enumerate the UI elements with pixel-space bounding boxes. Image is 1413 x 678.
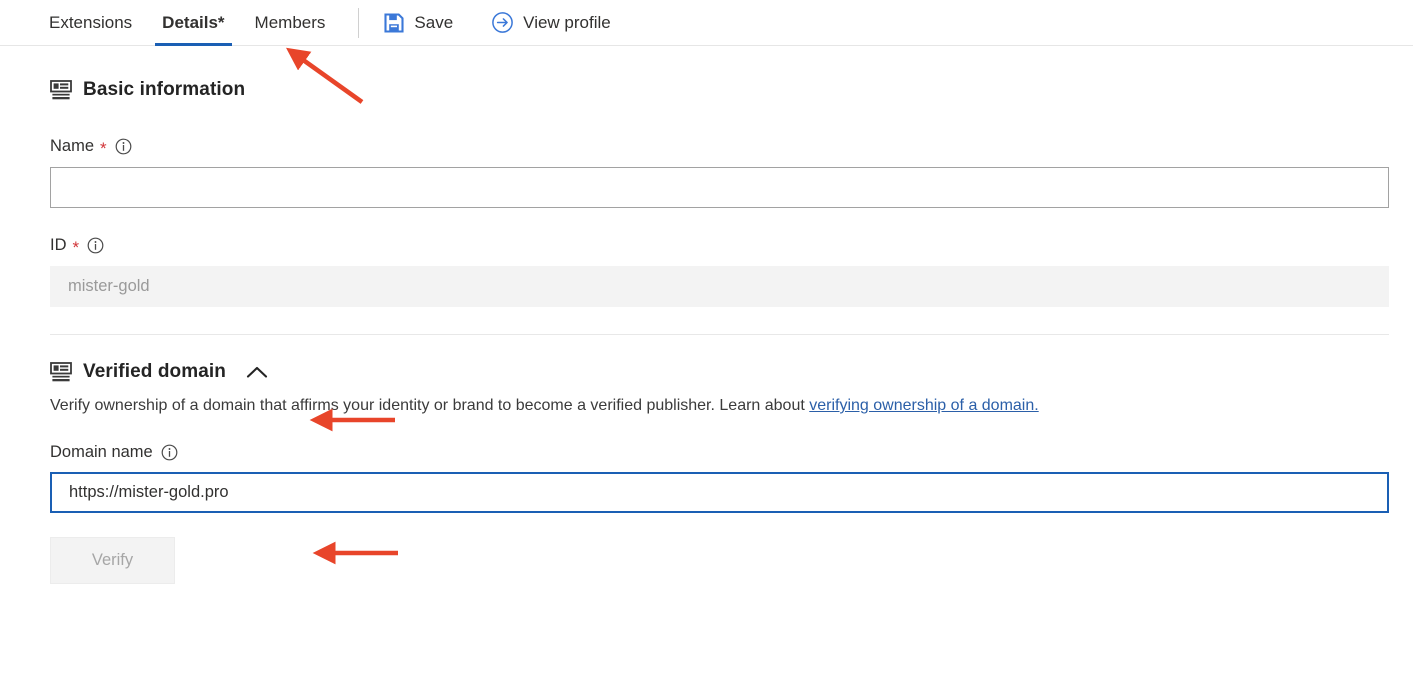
save-button[interactable]: Save — [375, 12, 461, 34]
name-required-asterisk: * — [100, 140, 107, 157]
info-icon[interactable] — [87, 237, 104, 254]
form-section-icon — [50, 80, 72, 100]
id-input — [50, 266, 1389, 307]
view-profile-button[interactable]: View profile — [483, 11, 619, 34]
domain-name-input[interactable] — [50, 472, 1389, 513]
basic-information-title: Basic information — [83, 79, 245, 101]
basic-information-header: Basic information — [50, 79, 1389, 101]
domain-name-field-label: Domain name — [50, 443, 1389, 462]
chevron-up-icon[interactable] — [245, 364, 269, 380]
tab-members-label: Members — [255, 13, 326, 33]
verified-domain-description: Verify ownership of a domain that affirm… — [50, 395, 1389, 417]
toolbar-separator — [358, 8, 359, 38]
tab-extensions-label: Extensions — [49, 13, 132, 33]
arrow-circle-right-icon — [491, 11, 514, 34]
tab-details-label: Details* — [162, 13, 224, 33]
name-field-label: Name * — [50, 137, 1389, 156]
id-label-text: ID — [50, 236, 67, 255]
view-profile-button-label: View profile — [523, 13, 611, 33]
domain-name-label-text: Domain name — [50, 443, 153, 462]
info-icon[interactable] — [161, 444, 178, 461]
id-field-label: ID * — [50, 236, 1389, 255]
verify-button-label: Verify — [92, 551, 133, 569]
verified-domain-description-text: Verify ownership of a domain that affirm… — [50, 397, 809, 414]
form-section-icon — [50, 362, 72, 382]
info-icon[interactable] — [115, 138, 132, 155]
tab-extensions[interactable]: Extensions — [34, 0, 147, 46]
name-input[interactable] — [50, 167, 1389, 208]
verified-domain-header[interactable]: Verified domain — [50, 361, 1389, 383]
details-form: Basic information Name * ID * — [0, 79, 1413, 584]
verified-domain-title: Verified domain — [83, 361, 226, 383]
verifying-ownership-link[interactable]: verifying ownership of a domain. — [809, 397, 1038, 414]
section-divider — [50, 334, 1389, 335]
save-button-label: Save — [414, 13, 453, 33]
tab-members[interactable]: Members — [240, 0, 341, 46]
verify-button[interactable]: Verify — [50, 537, 175, 584]
id-required-asterisk: * — [73, 239, 80, 256]
tab-details[interactable]: Details* — [147, 0, 239, 46]
save-icon — [383, 12, 405, 34]
name-label-text: Name — [50, 137, 94, 156]
top-command-bar: Extensions Details* Members Save View pr… — [0, 0, 1413, 46]
